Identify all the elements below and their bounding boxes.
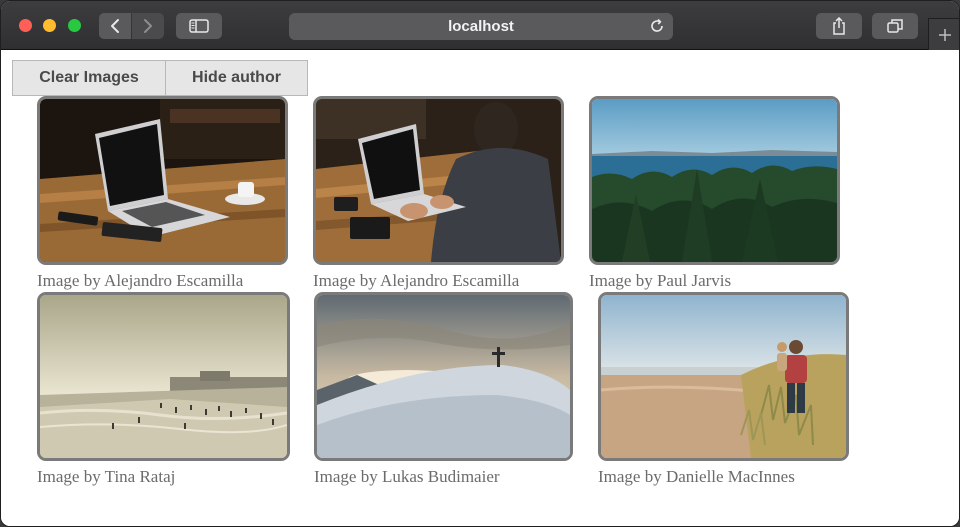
hide-author-button[interactable]: Hide author [165, 60, 308, 96]
close-window-button[interactable] [19, 19, 32, 32]
minimize-window-button[interactable] [43, 19, 56, 32]
laptop-photo [40, 99, 285, 262]
zoom-window-button[interactable] [68, 19, 81, 32]
sidebar-icon [189, 19, 209, 33]
share-icon [833, 17, 845, 35]
gallery-image[interactable] [598, 292, 849, 461]
show-tabs-button[interactable] [872, 13, 918, 39]
back-button[interactable] [99, 13, 131, 39]
new-tab-button[interactable] [928, 18, 959, 50]
image-caption: Image by Lukas Budimaier [314, 467, 500, 486]
man-laptop-photo [316, 99, 561, 262]
share-button[interactable] [816, 13, 862, 39]
browser-window: localhost Clear Images Hide author Image… [0, 0, 960, 527]
clear-images-button[interactable]: Clear Images [12, 60, 166, 96]
chevron-left-icon [111, 19, 119, 33]
gallery-image[interactable] [589, 96, 840, 265]
gallery-image[interactable] [37, 292, 290, 461]
plus-icon [939, 28, 951, 41]
reload-icon[interactable] [649, 18, 665, 34]
image-caption: Image by Alejandro Escamilla [313, 271, 520, 290]
gallery-image[interactable] [37, 96, 288, 265]
mountain-cross-photo [317, 295, 570, 458]
sidebar-toggle-button[interactable] [176, 13, 222, 39]
forward-button[interactable] [132, 13, 164, 39]
beach-walk-photo [601, 295, 846, 458]
forest-photo [592, 99, 837, 262]
address-bar[interactable]: localhost [289, 13, 673, 40]
image-caption: Image by Paul Jarvis [589, 271, 732, 290]
chevron-right-icon [144, 19, 152, 33]
address-text: localhost [448, 18, 514, 35]
image-caption: Image by Danielle MacInnes [598, 467, 795, 486]
gallery-image[interactable] [314, 292, 573, 461]
page-content: Clear Images Hide author Image by Alejan… [1, 50, 959, 526]
image-caption: Image by Alejandro Escamilla [37, 271, 244, 290]
beach-photo [40, 295, 287, 458]
image-caption: Image by Tina Rataj [37, 467, 176, 486]
button-row: Clear Images Hide author [12, 60, 308, 96]
gallery-image[interactable] [313, 96, 564, 265]
title-bar: localhost [1, 1, 959, 50]
tabs-overview-icon [887, 19, 903, 33]
